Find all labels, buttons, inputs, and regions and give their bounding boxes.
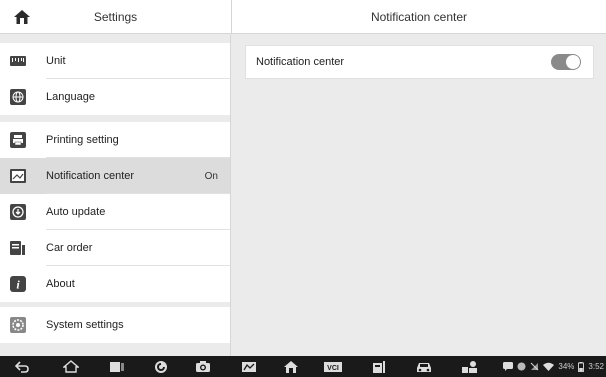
home-icon [14, 10, 30, 24]
house-icon [284, 360, 298, 373]
sidebar-item-label: About [46, 278, 75, 290]
sidebar-item-notification-center[interactable]: Notification center On [0, 158, 230, 194]
update-icon [10, 204, 26, 220]
sidebar-item-label: Auto update [46, 206, 106, 218]
info-icon: i [10, 276, 26, 292]
sidebar-item-label: Car order [46, 242, 93, 254]
recent-apps-button[interactable] [108, 359, 126, 374]
browser-button[interactable] [152, 359, 170, 374]
remote-expert-icon [462, 360, 477, 373]
sidebar-item-unit[interactable]: Unit [0, 43, 230, 79]
back-icon [15, 360, 29, 373]
remote-expert-button[interactable] [460, 359, 480, 374]
vcom-icon: VCI [324, 361, 342, 372]
camera-button[interactable] [194, 359, 212, 374]
svg-text:VCI: VCI [327, 365, 339, 372]
car-button[interactable] [414, 359, 434, 374]
sidebar-item-auto-update[interactable]: Auto update [0, 194, 230, 230]
globe-icon [10, 89, 26, 105]
settings-title: Settings [93, 10, 138, 24]
vci-icon [242, 361, 256, 372]
sidebar-item-system-settings[interactable]: System settings [0, 307, 230, 343]
settings-sidebar: Unit Language Printing setting Notificat… [0, 35, 231, 356]
notification-center-toggle[interactable] [551, 54, 581, 70]
status-area: 34% 3:52 [503, 359, 604, 374]
notification-status-value: On [204, 170, 218, 182]
vci-shortcut-button[interactable] [240, 359, 258, 374]
car-icon [417, 362, 431, 372]
camera-icon [196, 361, 210, 372]
battery-percentage: 34% [558, 362, 575, 371]
top-bar: Settings Notification center [0, 0, 606, 34]
sidebar-item-language[interactable]: Language [0, 79, 230, 115]
browser-icon [155, 360, 167, 373]
sidebar-item-label: Notification center [46, 170, 135, 182]
home-outline-icon [63, 360, 79, 373]
shortcut-home-button[interactable] [282, 359, 300, 374]
sidebar-group-device: Printing setting Notification center On … [0, 122, 230, 302]
sidebar-item-label: Language [46, 91, 95, 103]
tester-icon [373, 360, 385, 373]
ruler-icon [10, 53, 26, 69]
mail-icon [517, 362, 526, 371]
wifi-icon [543, 362, 555, 371]
clock-time: 3:52 [588, 362, 604, 371]
chat-icon [503, 362, 514, 371]
back-button[interactable] [14, 359, 30, 374]
sidebar-group-general: Unit Language [0, 43, 230, 115]
vcom-button[interactable]: VCI [322, 359, 344, 374]
battery-tester-button[interactable] [370, 359, 388, 374]
sidebar-item-car-order[interactable]: Car order [0, 230, 230, 266]
home-button[interactable] [12, 7, 32, 27]
notification-center-panel: Notification center [232, 35, 606, 356]
notification-center-setting-row: Notification center [245, 45, 594, 79]
sidebar-group-system: System settings [0, 307, 230, 343]
notification-center-label: Notification center [256, 56, 345, 68]
system-navigation-bar: VCI 34% 3:52 [0, 356, 606, 377]
signal-off-icon [531, 362, 539, 371]
sidebar-item-printing-setting[interactable]: Printing setting [0, 122, 230, 158]
sidebar-item-label: System settings [46, 319, 124, 331]
sidebar-item-about[interactable]: i About [0, 266, 230, 302]
page-title: Notification center [370, 10, 468, 24]
printer-icon [10, 132, 26, 148]
android-home-button[interactable] [62, 359, 80, 374]
toggle-knob [566, 55, 580, 69]
recent-apps-icon [110, 361, 124, 372]
gear-icon [10, 317, 26, 333]
sidebar-item-label: Unit [46, 55, 66, 67]
battery-icon [578, 361, 585, 372]
car-order-icon [10, 240, 26, 256]
sidebar-item-label: Printing setting [46, 134, 119, 146]
notification-icon [10, 168, 26, 184]
